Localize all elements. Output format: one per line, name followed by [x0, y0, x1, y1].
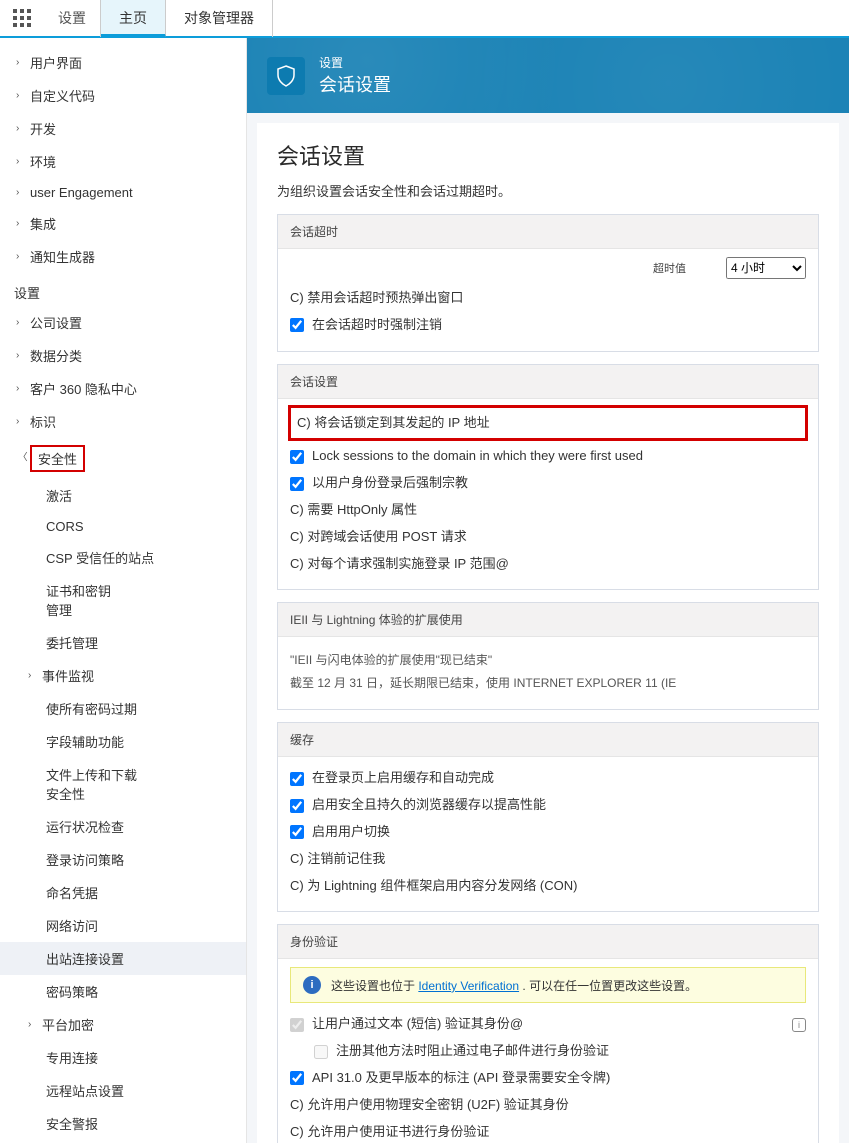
- chevron-right-icon: ›: [16, 187, 30, 198]
- sidebar-subitem[interactable]: ›事件监视: [0, 659, 246, 692]
- sidebar-subitem[interactable]: ›平台加密: [0, 1008, 246, 1041]
- sidebar-subitem[interactable]: 命名凭据: [0, 876, 246, 909]
- sidebar-item[interactable]: ›通知生成器: [0, 240, 246, 273]
- sidebar-subitem[interactable]: CORS: [0, 512, 246, 541]
- sidebar-subitem[interactable]: 专用连接: [0, 1041, 246, 1074]
- sidebar-item[interactable]: ›开发: [0, 112, 246, 145]
- chevron-right-icon: ›: [16, 156, 30, 167]
- chevron-right-icon: ›: [16, 317, 30, 328]
- banner-breadcrumb: 设置: [319, 54, 391, 71]
- chevron-right-icon: ›: [16, 350, 30, 361]
- tab-home[interactable]: 主页: [101, 0, 166, 37]
- app-launcher-icon[interactable]: [6, 2, 38, 34]
- force-logout-checkbox[interactable]: [290, 318, 304, 332]
- sidebar-subitem[interactable]: 出站连接设置: [0, 942, 246, 975]
- chevron-right-icon: ›: [16, 90, 30, 101]
- sidebar-item[interactable]: ›自定义代码: [0, 79, 246, 112]
- identity-info-banner: i 这些设置也位于 Identity Verification . 可以在任一位…: [290, 967, 806, 1003]
- sidebar-item[interactable]: ›公司设置: [0, 306, 246, 339]
- sidebar-subitem[interactable]: 运行状况检查: [0, 810, 246, 843]
- sidebar-subitem[interactable]: 委托管理: [0, 626, 246, 659]
- sidebar-item[interactable]: ›用户界面: [0, 46, 246, 79]
- chevron-right-icon: ›: [16, 123, 30, 134]
- identity-verification-link[interactable]: Identity Verification: [418, 979, 519, 993]
- sidebar-subitem[interactable]: 文件上传和下载安全性: [0, 758, 246, 810]
- sidebar: ›用户界面›自定义代码›开发›环境›user Engagement›集成›通知生…: [0, 38, 247, 1143]
- group-session: 会话设置 C) 将会话锁定到其发起的 IP 地址 Lock sessions t…: [277, 364, 819, 591]
- chevron-right-icon: ›: [16, 57, 30, 68]
- chevron-right-icon: ›: [28, 1019, 42, 1030]
- sidebar-subitem[interactable]: 证书和密钥管理: [0, 574, 246, 626]
- sidebar-item-security[interactable]: ﹀ 安全性: [0, 438, 246, 479]
- page-title: 会话设置: [277, 139, 819, 171]
- sidebar-item[interactable]: ›数据分类: [0, 339, 246, 372]
- shield-icon: [267, 57, 305, 95]
- group-identity: 身份验证 i 这些设置也位于 Identity Verification . 可…: [277, 924, 819, 1143]
- app-name: 设置: [44, 0, 101, 37]
- sidebar-item[interactable]: ›集成: [0, 207, 246, 240]
- topbar: 设置 主页 对象管理器: [0, 0, 849, 38]
- sidebar-item[interactable]: ›标识: [0, 405, 246, 438]
- sidebar-label-security: 安全性: [30, 445, 85, 472]
- info-icon: i: [303, 976, 321, 994]
- tab-object-manager[interactable]: 对象管理器: [166, 0, 273, 37]
- sidebar-item[interactable]: ›客户 360 隐私中心: [0, 372, 246, 405]
- lock-domain-checkbox[interactable]: [290, 450, 304, 464]
- sidebar-subitem[interactable]: 远程站点设置: [0, 1074, 246, 1107]
- timeout-label: 超时值: [653, 260, 686, 276]
- page-subtitle: 为组织设置会话安全性和会话过期超时。: [277, 181, 819, 200]
- sidebar-item[interactable]: ›环境: [0, 145, 246, 178]
- chevron-right-icon: ›: [16, 251, 30, 262]
- chevron-right-icon: ›: [16, 218, 30, 229]
- sidebar-subitem[interactable]: 网络访问: [0, 909, 246, 942]
- timeout-select[interactable]: 4 小时: [726, 257, 806, 279]
- sidebar-subitem[interactable]: 登录访问策略: [0, 843, 246, 876]
- sidebar-subitem[interactable]: 密码策略: [0, 975, 246, 1008]
- group-cache: 缓存 在登录页上启用缓存和自动完成 启用安全且持久的浏览器缓存以提高性能 启用用…: [277, 722, 819, 912]
- main-content: 设置 会话设置 会话设置 为组织设置会话安全性和会话过期超时。 会话超时 超时值…: [247, 38, 849, 1143]
- chevron-right-icon: ›: [28, 670, 42, 681]
- relogin-checkbox[interactable]: [290, 477, 304, 491]
- group-ie: IEII 与 Lightning 体验的扩展使用 "IEII 与闪电体验的扩展使…: [277, 602, 819, 710]
- page-banner: 设置 会话设置: [247, 38, 849, 113]
- sidebar-subitem[interactable]: 安全警报: [0, 1107, 246, 1140]
- sidebar-subitem[interactable]: 使所有密码过期: [0, 692, 246, 725]
- banner-title: 会话设置: [319, 71, 391, 97]
- sidebar-subitem[interactable]: 激活: [0, 479, 246, 512]
- sidebar-section: 设置: [0, 273, 246, 306]
- chevron-right-icon: ›: [16, 383, 30, 394]
- chevron-right-icon: ›: [16, 416, 30, 427]
- sidebar-item[interactable]: ›user Engagement: [0, 178, 246, 207]
- sidebar-subitem[interactable]: CSP 受信任的站点: [0, 541, 246, 574]
- group-timeout: 会话超时 超时值 4 小时 C) 禁用会话超时预热弹出窗口 在会话超时时强制注销: [277, 214, 819, 352]
- help-icon[interactable]: i: [792, 1018, 806, 1032]
- sidebar-subitem[interactable]: 字段辅助功能: [0, 725, 246, 758]
- chevron-down-icon: ﹀: [16, 452, 31, 466]
